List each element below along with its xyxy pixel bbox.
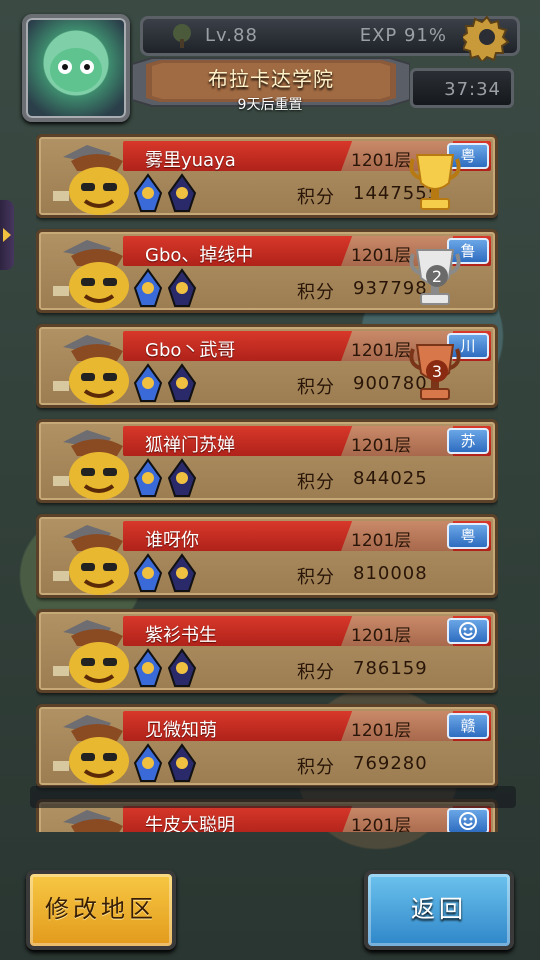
score-value: 844025 [353, 468, 428, 489]
companion-icon [133, 648, 163, 687]
smiley-icon [459, 622, 477, 640]
score-label: 积分 [297, 187, 335, 208]
ranking-row[interactable]: Gbo丶武哥 1201层 积分 900780 川 3 [36, 324, 498, 408]
player-name: 见微知萌 [145, 720, 217, 741]
ranking-row[interactable]: 紫衫书生 1201层 积分 786159 [36, 609, 498, 693]
player-name: 紫衫书生 [145, 625, 217, 646]
region-badge [447, 808, 489, 832]
companion-icon [167, 458, 197, 497]
region-badge: 赣 [447, 713, 489, 739]
floor-count: 1201层 [351, 531, 412, 551]
avatar-eye-right [80, 60, 94, 74]
score-value: 769280 [353, 753, 428, 774]
silver-trophy-icon: 2 [409, 249, 461, 305]
companion-icon [133, 173, 163, 212]
player-name: Gbo、掉线中 [145, 245, 254, 266]
bronze-trophy-icon: 3 [409, 344, 461, 400]
floor-count: 1201层 [351, 246, 412, 266]
companion-icon [167, 648, 197, 687]
player-name: 狐禅门苏婵 [145, 435, 235, 456]
companion-icon [133, 363, 163, 402]
trophy-rank-number: 2 [432, 267, 442, 286]
player-name: 牛皮大聪明 [145, 815, 235, 832]
player-name: Gbo丶武哥 [145, 340, 236, 361]
avatar-face [50, 48, 102, 92]
player-level: Lv.88 [205, 25, 258, 46]
player-name: 雾里yuaya [145, 150, 236, 171]
floor-count: 1201层 [351, 341, 412, 361]
companion-icon [133, 553, 163, 592]
floor-count: 1201层 [351, 436, 412, 456]
gold-trophy-icon [409, 154, 461, 210]
ranking-row[interactable]: 狐禅门苏婵 1201层 积分 844025 苏 [36, 419, 498, 503]
companion-icon [167, 173, 197, 212]
ranking-list[interactable]: 雾里yuaya 1201层 积分 1447555 粤 Gbo、掉线中 1201层… [36, 134, 498, 832]
back-button[interactable]: 返回 [364, 870, 514, 950]
reset-note: 9天后重置 [237, 97, 303, 113]
ranking-row[interactable]: Gbo、掉线中 1201层 积分 937798 鲁 2 [36, 229, 498, 313]
ranking-row[interactable]: 见微知萌 1201层 积分 769280 赣 [36, 704, 498, 788]
floor-count: 1201层 [351, 816, 412, 832]
level-exp-bar: Lv.88 EXP 91% [140, 15, 520, 61]
score-label: 积分 [297, 662, 335, 683]
chat-strip [30, 786, 516, 808]
tree-icon [173, 24, 191, 48]
trophy-rank-number: 3 [432, 362, 442, 381]
companion-icon [133, 268, 163, 307]
score-value: 786159 [353, 658, 428, 679]
floor-count: 1201层 [351, 721, 412, 741]
player-exp: EXP 91% [359, 25, 447, 46]
score-label: 积分 [297, 377, 335, 398]
ranking-row[interactable]: 雾里yuaya 1201层 积分 1447555 粤 [36, 134, 498, 218]
floor-count: 1201层 [351, 151, 412, 171]
region-badge: 粤 [447, 523, 489, 549]
score-label: 积分 [297, 567, 335, 588]
side-expand-arrow[interactable] [0, 200, 14, 270]
companion-icon [133, 743, 163, 782]
companion-icon [133, 458, 163, 497]
companion-icon [167, 363, 197, 402]
score-value: 810008 [353, 563, 428, 584]
score-label: 积分 [297, 757, 335, 778]
companion-icon [167, 743, 197, 782]
floor-count: 1201层 [351, 626, 412, 646]
region-badge [447, 618, 489, 644]
score-label: 积分 [297, 472, 335, 493]
ranking-row[interactable]: 谁呀你 1201层 积分 810008 粤 [36, 514, 498, 598]
academy-title: 布拉卡达学院 [208, 67, 334, 91]
gear-icon[interactable] [463, 13, 511, 61]
companion-icon [167, 268, 197, 307]
region-badge: 苏 [447, 428, 489, 454]
score-label: 积分 [297, 282, 335, 303]
change-region-button[interactable]: 修改地区 [26, 870, 176, 950]
smiley-icon [459, 812, 477, 830]
avatar-eye-left [58, 60, 72, 74]
companion-icon [167, 553, 197, 592]
player-name: 谁呀你 [145, 530, 199, 551]
